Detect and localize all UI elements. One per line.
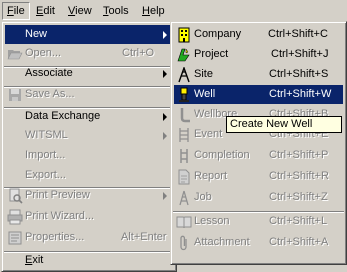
menu-item-print-preview-label: Print Preview	[25, 189, 90, 201]
print-wizard-icon	[7, 209, 23, 225]
lesson-icon	[176, 216, 192, 229]
menu-item-associate-label: Associate	[25, 67, 73, 79]
submenu-arrow-icon	[163, 70, 167, 78]
menu-file-mnemonic: F	[7, 5, 14, 17]
paperclip-icon	[180, 235, 187, 251]
properties-icon	[8, 231, 22, 245]
submenu-item-report-shortcut: Ctrl+Shift+R	[269, 170, 329, 182]
menu-item-data-exchange-label: Data Exchange	[25, 110, 101, 122]
submenu-item-report[interactable]: Report Ctrl+Shift+R	[174, 167, 343, 186]
menu-item-print-preview[interactable]: Print Preview	[5, 186, 173, 205]
submenu-item-completion-shortcut: Ctrl+Shift+P	[269, 149, 329, 161]
menu-item-new-label: New	[25, 28, 48, 40]
submenu-arrow-icon	[163, 113, 167, 121]
menu-item-data-exchange[interactable]: Data Exchange	[5, 107, 173, 126]
project-icon	[177, 48, 190, 62]
menu-item-new[interactable]: New	[5, 25, 173, 44]
new-submenu: Company Ctrl+Shift+C Project Ctrl+Shift+…	[170, 21, 347, 265]
submenu-item-project[interactable]: Project Ctrl+Shift+J	[174, 45, 343, 64]
menu-item-exit[interactable]: Exit	[5, 251, 173, 270]
menu-item-open[interactable]: Open... Ctrl+O	[5, 44, 173, 63]
menu-edit[interactable]: Edit	[31, 2, 60, 20]
folder-open-icon	[7, 50, 23, 60]
submenu-item-lesson-label: Lesson	[194, 215, 230, 227]
report-icon	[178, 169, 190, 185]
menu-item-save-as-label: Save As...	[25, 88, 75, 100]
submenu-item-attachment-shortcut: Ctrl+Shift+A	[269, 236, 329, 248]
submenu-item-well-shortcut: Ctrl+Shift+W	[269, 88, 332, 100]
submenu-item-project-shortcut: Ctrl+Shift+J	[271, 48, 329, 60]
submenu-item-company-shortcut: Ctrl+Shift+C	[268, 28, 328, 40]
menu-edit-label: dit	[43, 5, 55, 17]
submenu-arrow-icon	[163, 132, 167, 140]
company-icon	[178, 27, 190, 43]
submenu-item-attachment[interactable]: Attachment Ctrl+Shift+A	[174, 233, 343, 252]
menu-help[interactable]: Help	[137, 2, 170, 20]
menu-item-open-shortcut: Ctrl+O	[122, 47, 155, 59]
save-icon	[9, 89, 21, 101]
menu-item-exit-label: Exit	[25, 254, 44, 266]
menu-file-label: ile	[13, 5, 25, 17]
completion-icon	[180, 149, 188, 163]
submenu-item-site-label: Site	[194, 68, 213, 80]
menu-item-print-wizard[interactable]: Print Wizard...	[5, 207, 173, 226]
submenu-arrow-icon	[163, 31, 167, 39]
menu-item-properties[interactable]: Properties... Alt+Enter	[5, 228, 173, 247]
menu-item-export[interactable]: Export...	[5, 166, 173, 185]
submenu-item-completion-label: Completion	[194, 149, 250, 161]
submenu-item-company-label: Company	[194, 28, 242, 40]
site-icon	[178, 67, 190, 83]
submenu-item-site-shortcut: Ctrl+Shift+S	[269, 68, 329, 80]
menu-item-import-label: Import...	[25, 149, 66, 161]
submenu-item-completion[interactable]: Completion Ctrl+Shift+P	[174, 146, 343, 165]
submenu-item-report-label: Report	[194, 170, 228, 182]
menu-bar: File Edit View Tools Help	[0, 0, 347, 22]
event-icon	[179, 128, 189, 142]
menu-help-label: elp	[149, 5, 165, 17]
menu-item-save-as[interactable]: Save As...	[5, 85, 173, 104]
menu-item-properties-shortcut: Alt+Enter	[121, 231, 167, 243]
submenu-item-site[interactable]: Site Ctrl+Shift+S	[174, 65, 343, 84]
menu-item-associate[interactable]: Associate	[5, 64, 173, 83]
submenu-item-lesson[interactable]: Lesson Ctrl+Shift+L	[174, 212, 343, 231]
submenu-item-job[interactable]: Job Ctrl+Shift+Z	[174, 188, 343, 207]
submenu-item-job-label: Job	[194, 191, 212, 203]
print-preview-icon	[9, 188, 23, 204]
menu-item-open-label: Open...	[25, 47, 62, 59]
submenu-arrow-icon	[163, 192, 167, 200]
menu-help-mnemonic: H	[142, 5, 150, 17]
tooltip-text: Create New Well	[230, 118, 313, 130]
menu-file[interactable]: File	[2, 2, 30, 20]
submenu-item-event-label: Event	[194, 128, 223, 140]
menu-view[interactable]: View	[63, 2, 97, 20]
submenu-item-lesson-shortcut: Ctrl+Shift+L	[269, 215, 328, 227]
menu-item-properties-label: Properties...	[25, 231, 85, 243]
wellbore-icon	[180, 108, 190, 123]
menu-item-export-label: Export...	[25, 169, 66, 181]
menu-item-witsml[interactable]: WITSML	[5, 126, 173, 145]
menu-tools[interactable]: Tools	[98, 2, 134, 20]
menu-item-witsml-label: WITSML	[25, 129, 68, 141]
menu-view-label: iew	[75, 5, 92, 17]
job-icon	[179, 190, 189, 206]
submenu-item-job-shortcut: Ctrl+Shift+Z	[269, 191, 328, 203]
tooltip: Create New Well	[226, 116, 342, 133]
submenu-item-well[interactable]: Well Ctrl+Shift+W	[174, 85, 343, 104]
menu-item-print-wizard-label: Print Wizard...	[25, 210, 95, 222]
submenu-item-attachment-label: Attachment	[194, 236, 250, 248]
submenu-item-well-label: Well	[194, 88, 216, 100]
file-menu: New Open... Ctrl+O Associate Save As... …	[1, 21, 177, 272]
menu-item-import[interactable]: Import...	[5, 146, 173, 165]
menu-tools-label: ools	[108, 5, 129, 17]
well-icon	[179, 87, 189, 102]
submenu-item-project-label: Project	[194, 48, 229, 60]
submenu-item-company[interactable]: Company Ctrl+Shift+C	[174, 25, 343, 44]
